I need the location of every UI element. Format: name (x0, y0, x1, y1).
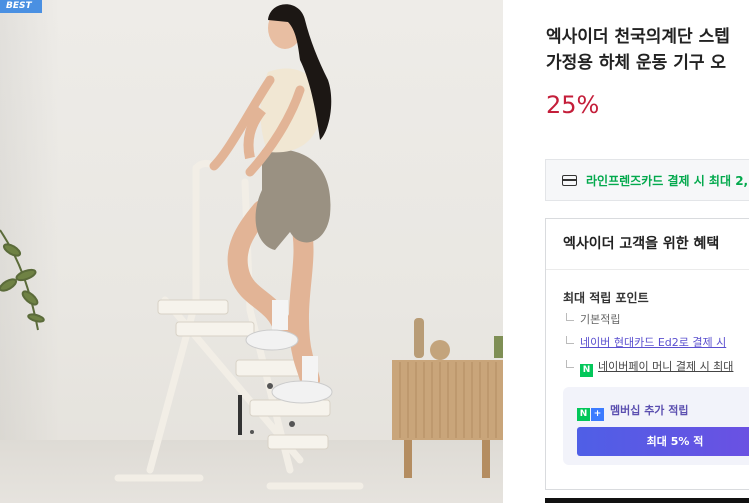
benefits-box: 엑사이더 고객을 위한 혜택 최대 적립 포인트 기본적립 네이버 현대카드 E… (545, 218, 749, 490)
best-badge: BEST (0, 0, 42, 13)
product-title-line2: 가정용 하체 운동 기구 오 (546, 53, 727, 73)
plant-left (0, 229, 45, 331)
point-hyundai-card-link[interactable]: 네이버 현대카드 Ed2로 결제 시 (580, 336, 726, 349)
max-points-title: 최대 적립 포인트 (563, 291, 649, 305)
product-title: 엑사이더 천국의계단 스텝 가정용 하체 운동 기구 오 (546, 24, 749, 76)
naverpay-n-icon: N (580, 364, 593, 377)
product-image[interactable]: BEST (0, 0, 503, 503)
benefits-divider (546, 269, 749, 270)
credit-card-icon (562, 175, 577, 186)
card-promo-banner[interactable]: 라인프렌즈카드 결제 시 최대 2, (545, 159, 749, 201)
point-naverpay-money[interactable]: N 네이버페이 머니 결제 시 최대 (566, 358, 733, 377)
membership-max-button[interactable]: 최대 5% 적 (577, 427, 749, 456)
point-naverpay-money-link[interactable]: 네이버페이 머니 결제 시 최대 (598, 360, 733, 373)
membership-label: 멤버십 추가 적립 (610, 404, 689, 417)
side-table (392, 318, 503, 478)
card-promo-text: 라인프렌즈카드 결제 시 최대 2, (586, 174, 749, 188)
benefits-title: 엑사이더 고객을 위한 혜택 (563, 236, 720, 252)
tree-connector-icon (566, 313, 574, 321)
naver-n-icon: N (577, 408, 590, 421)
bottom-action-bar[interactable] (545, 498, 749, 503)
tree-connector-icon (566, 360, 574, 368)
discount-rate: 25% (546, 91, 600, 119)
membership-header: N + 멤버십 추가 적립 (577, 399, 689, 421)
point-hyundai-card[interactable]: 네이버 현대카드 Ed2로 결제 시 (566, 334, 726, 350)
membership-box: N + 멤버십 추가 적립 최대 5% 적 (563, 387, 749, 465)
point-basic-label: 기본적립 (580, 313, 621, 326)
person-exercising (209, 4, 333, 404)
plus-icon: + (591, 408, 604, 421)
product-title-line1: 엑사이더 천국의계단 스텝 (546, 27, 730, 47)
product-photo-illustration (0, 4, 503, 490)
tree-connector-icon (566, 336, 574, 344)
product-info-panel: 엑사이더 천국의계단 스텝 가정용 하체 운동 기구 오 25% 라인프렌즈카드… (503, 0, 749, 503)
point-basic: 기본적립 (566, 311, 620, 327)
